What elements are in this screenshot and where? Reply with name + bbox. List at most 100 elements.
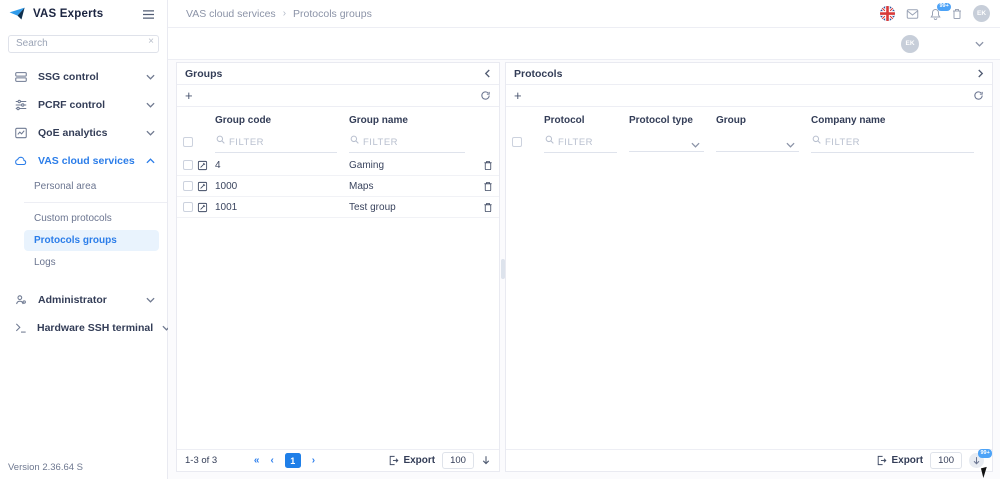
export-controls: Export 100 99+: [876, 452, 984, 469]
prev-page-button[interactable]: ‹: [270, 456, 273, 466]
vas-experts-logo-icon: [8, 6, 27, 22]
protocols-panel-header: Protocols: [506, 63, 992, 85]
export-button[interactable]: Export: [876, 455, 923, 466]
groups-toolbar: +: [177, 85, 499, 107]
chevron-down-icon: [146, 102, 155, 108]
table-row[interactable]: 4 Gaming: [177, 155, 499, 176]
delete-row-icon[interactable]: [477, 160, 499, 171]
sidebar-item-ssg-control[interactable]: SSG control: [0, 63, 167, 91]
sidebar-item-label: PCRF control: [38, 99, 105, 111]
next-page-button[interactable]: ›: [312, 456, 315, 466]
notification-badge: 99+: [937, 3, 951, 12]
brand-name: VAS Experts: [33, 8, 103, 20]
protocol-type-filter-select[interactable]: [629, 133, 704, 152]
download-icon[interactable]: [481, 455, 491, 466]
chevron-up-icon: [146, 158, 155, 164]
sidebar-search: ×: [8, 33, 159, 53]
refresh-icon[interactable]: [480, 90, 491, 101]
protocols-filter-row: [506, 129, 992, 155]
sidebar: VAS Experts × SSG control PCRF control Q…: [0, 0, 168, 479]
page-size-select[interactable]: 100: [442, 452, 474, 469]
sidebar-item-label: QoE analytics: [38, 127, 107, 139]
version-label: Version 2.36.64 S: [0, 462, 167, 479]
select-all-checkbox[interactable]: [183, 137, 193, 147]
content-area: Groups + Group code Group name: [168, 60, 1000, 479]
column-header-protocol: Protocol: [544, 115, 629, 126]
user-avatar[interactable]: EK: [901, 35, 919, 53]
groups-panel: Groups + Group code Group name: [176, 62, 500, 472]
sidebar-subitem-logs[interactable]: Logs: [0, 252, 167, 273]
hamburger-menu-icon[interactable]: [142, 9, 155, 20]
edit-icon[interactable]: [197, 160, 215, 171]
export-button[interactable]: Export: [388, 455, 435, 466]
export-label: Export: [891, 455, 923, 466]
row-checkbox[interactable]: [183, 181, 193, 191]
column-header-group-name: Group name: [349, 115, 477, 126]
group-code-cell: 4: [215, 160, 349, 171]
delete-row-icon[interactable]: [477, 181, 499, 192]
group-code-filter-input[interactable]: [215, 135, 337, 153]
select-all-checkbox[interactable]: [512, 137, 522, 147]
page-size-select[interactable]: 100: [930, 452, 962, 469]
sidebar-item-label: Hardware SSH terminal: [37, 322, 153, 334]
edit-icon[interactable]: [197, 181, 215, 192]
breadcrumb-protocols-groups: Protocols groups: [293, 8, 372, 20]
trash-icon[interactable]: [952, 8, 962, 20]
sliders-icon: [14, 98, 29, 112]
admin-user-icon: [14, 293, 29, 307]
sidebar-item-pcrf-control[interactable]: PCRF control: [0, 91, 167, 119]
groups-panel-header: Groups: [177, 63, 499, 85]
vertical-scrollbar[interactable]: [501, 259, 505, 279]
main-area: VAS cloud services › Protocols groups 99…: [168, 0, 1000, 479]
group-name-cell: Gaming: [349, 160, 477, 171]
language-flag-icon[interactable]: [880, 6, 895, 21]
sidebar-item-administrator[interactable]: Administrator: [0, 286, 167, 314]
terminal-icon: [14, 321, 28, 335]
breadcrumb-vas-cloud-services[interactable]: VAS cloud services: [186, 8, 276, 20]
sidebar-item-label: Administrator: [38, 294, 107, 306]
sidebar-item-qoe-analytics[interactable]: QoE analytics: [0, 119, 167, 147]
chevron-down-icon[interactable]: [975, 41, 984, 47]
group-name-cell: Test group: [349, 202, 477, 213]
page-number-button[interactable]: 1: [285, 453, 301, 468]
edit-icon[interactable]: [197, 202, 215, 213]
group-name-filter-input[interactable]: [349, 135, 465, 153]
delete-row-icon[interactable]: [477, 202, 499, 213]
sidebar-item-vas-cloud-services[interactable]: VAS cloud services: [0, 147, 167, 175]
protocols-panel: Protocols + Protocol Protocol type Group: [505, 62, 993, 472]
search-clear-icon[interactable]: ×: [148, 35, 154, 49]
server-stack-icon: [14, 70, 29, 84]
mail-icon[interactable]: [906, 9, 919, 19]
subnav-divider: [24, 202, 167, 203]
group-filter-select[interactable]: [716, 133, 799, 152]
row-checkbox[interactable]: [183, 160, 193, 170]
company-name-filter-input[interactable]: [811, 135, 974, 153]
first-page-button[interactable]: «: [254, 456, 260, 466]
notifications-bell-icon[interactable]: 99+: [930, 8, 941, 20]
column-header-group-code: Group code: [215, 115, 349, 126]
group-code-cell: 1000: [215, 181, 349, 192]
refresh-icon[interactable]: [973, 90, 984, 101]
table-row[interactable]: 1000 Maps: [177, 176, 499, 197]
protocol-filter-input[interactable]: [544, 135, 617, 153]
collapse-left-icon[interactable]: [484, 69, 491, 78]
sidebar-subitem-personal-area[interactable]: Personal area: [0, 176, 167, 197]
search-input[interactable]: [8, 35, 159, 53]
protocols-toolbar: +: [506, 85, 992, 107]
row-checkbox[interactable]: [183, 202, 193, 212]
table-row[interactable]: 1001 Test group: [177, 197, 499, 218]
brand-row: VAS Experts: [0, 0, 167, 28]
row-range-label: 1-3 of 3: [185, 455, 217, 466]
user-avatar[interactable]: EK: [973, 5, 990, 22]
download-icon[interactable]: 99+: [969, 453, 984, 468]
sidebar-subitem-protocols-groups[interactable]: Protocols groups: [24, 230, 159, 251]
app-window: VAS Experts × SSG control PCRF control Q…: [0, 0, 1000, 479]
add-group-button[interactable]: +: [185, 90, 193, 102]
chart-box-icon: [14, 126, 29, 140]
export-controls: Export 100: [388, 452, 491, 469]
add-protocol-button[interactable]: +: [514, 90, 522, 102]
collapse-right-icon[interactable]: [977, 69, 984, 78]
chevron-down-icon: [146, 74, 155, 80]
sidebar-subitem-custom-protocols[interactable]: Custom protocols: [0, 208, 167, 229]
sidebar-item-hardware-ssh-terminal[interactable]: Hardware SSH terminal: [0, 314, 167, 342]
